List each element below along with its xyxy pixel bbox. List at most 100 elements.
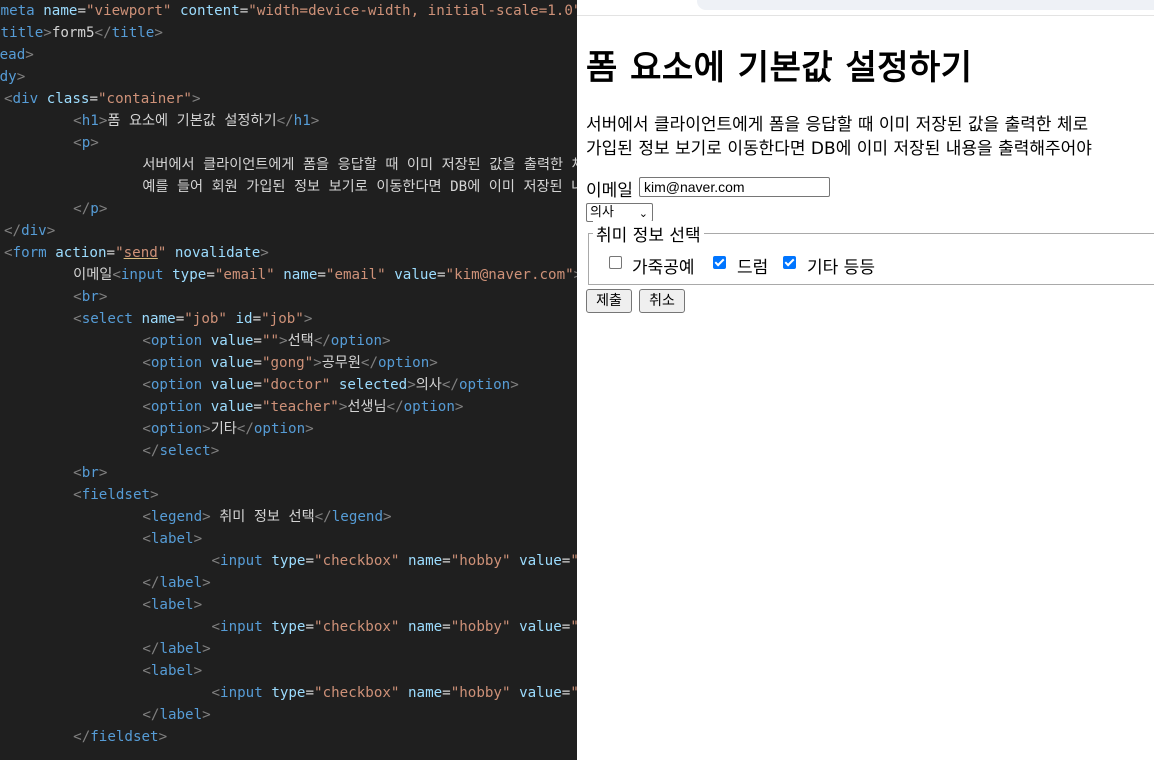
code-token: <	[73, 113, 82, 129]
code-token: 취미 정보 선택	[210, 509, 315, 525]
code-token: option	[378, 355, 430, 371]
code-token: 예를 들어 회원 가입된 정보 보기로 이동한다면 DB에 이미 저장된 내용을	[74, 179, 577, 195]
code-token: <	[211, 553, 221, 569]
code-line: </label>	[74, 572, 210, 594]
code-token: p	[90, 201, 99, 217]
code-token: =	[442, 619, 451, 635]
code-token: >	[260, 245, 269, 261]
code-token: </	[142, 443, 160, 459]
code-token: >	[154, 25, 163, 41]
code-token: title	[111, 25, 155, 41]
code-token: legend	[331, 509, 383, 525]
code-token: "checkbox"	[314, 619, 400, 635]
code-token: <	[211, 619, 221, 635]
code-token: =	[305, 553, 315, 569]
code-line: <label>	[74, 528, 202, 550]
code-token: name	[408, 685, 443, 701]
code-line: <option value="gong">공무원</option>	[74, 352, 437, 374]
code-token: <	[142, 531, 151, 547]
paragraph-line-2: 가입된 정보 보기로 이동한다면 DB에 이미 저장된 내용을 출력해주어야	[586, 139, 1092, 159]
code-token: "container"	[97, 91, 192, 107]
code-token: =	[253, 333, 262, 349]
address-bar[interactable]	[697, 0, 1154, 10]
code-token: option	[458, 377, 511, 393]
code-token: >	[210, 443, 220, 459]
email-label: 이메일	[586, 181, 633, 201]
code-token: label	[159, 641, 203, 657]
code-token: value	[519, 619, 562, 635]
code-token: <	[73, 487, 82, 503]
code-token: =	[436, 267, 446, 283]
code-token: <	[142, 663, 151, 679]
code-token: </	[236, 421, 254, 437]
browser-toolbar	[577, 0, 1154, 16]
code-editor-pane[interactable]: <meta name="viewport" content="width=dev…	[0, 0, 577, 760]
code-token: value	[210, 377, 254, 393]
code-token: =	[305, 619, 315, 635]
hobby-checkbox-leather[interactable]	[609, 256, 622, 269]
code-token: >	[16, 69, 26, 85]
code-token: 선생님	[347, 399, 387, 415]
code-token: "viewport"	[85, 3, 172, 19]
code-line: <legend> 취미 정보 선택</legend>	[74, 506, 392, 528]
code-token: option	[253, 421, 306, 437]
code-token: =	[77, 3, 86, 19]
code-line: <form action="send" novalidate>	[4, 242, 269, 264]
code-token: ""	[261, 333, 280, 349]
hobby-checkbox-drum[interactable]	[713, 256, 726, 269]
reset-button[interactable]: 취소	[639, 289, 685, 313]
hobby-label-etc[interactable]: 기타 등등	[807, 253, 875, 278]
code-token: </	[73, 729, 91, 745]
code-token: <	[142, 333, 151, 349]
hobby-checkbox-etc[interactable]	[783, 256, 796, 269]
code-line: <body>	[0, 66, 25, 88]
hobby-label-leather[interactable]: 가죽공예	[632, 253, 695, 278]
code-token: >	[193, 597, 203, 613]
code-token: >	[98, 201, 108, 217]
code-token: 서버에서 클라이언트에게 폼을 응답할 때 이미 저장된 값을 출력한 체로	[74, 157, 577, 173]
code-token: option	[150, 355, 203, 371]
code-token: select	[159, 443, 211, 459]
code-token: </	[360, 355, 379, 371]
code-token: >	[202, 421, 211, 437]
code-token: =	[253, 399, 262, 415]
code-line: <option value="teacher">선생님</option>	[74, 396, 463, 418]
code-token: =	[89, 91, 98, 107]
code-token: </	[142, 707, 160, 723]
code-token: input	[120, 267, 164, 283]
code-token: >	[43, 25, 52, 41]
code-token: </	[142, 575, 160, 591]
code-token: <	[4, 91, 13, 107]
code-token: type	[271, 685, 306, 701]
code-token: br	[81, 289, 99, 305]
code-token: <	[73, 135, 82, 151]
code-line: <br>	[39, 286, 107, 308]
code-token: >	[382, 509, 392, 525]
code-line: <fieldset>	[39, 484, 158, 506]
code-token: meta	[0, 3, 35, 19]
code-token: "checkbox"	[314, 553, 400, 569]
email-input[interactable]	[639, 177, 830, 197]
job-select[interactable]: 의사 ⌄	[586, 203, 653, 222]
hobby-label-drum[interactable]: 드럼	[737, 253, 768, 278]
code-token: class	[46, 91, 90, 107]
code-token: >	[305, 421, 314, 437]
code-token: "checkbox"	[314, 685, 400, 701]
submit-button[interactable]: 제출	[586, 289, 632, 313]
code-token: <	[142, 377, 151, 393]
code-token: div	[21, 223, 47, 239]
code-token: 이메일	[39, 267, 113, 283]
code-token: >	[279, 333, 288, 349]
code-token: =	[253, 377, 262, 393]
